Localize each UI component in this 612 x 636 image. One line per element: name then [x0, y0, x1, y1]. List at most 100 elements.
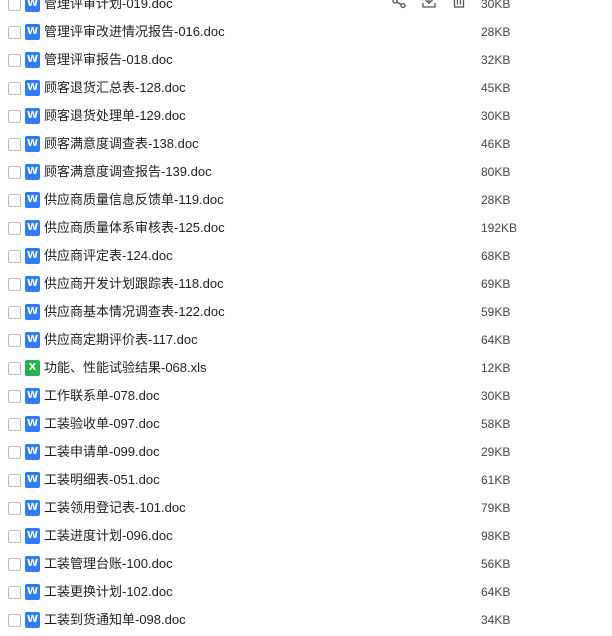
row-checkbox[interactable]	[8, 446, 21, 459]
word-icon: W	[25, 52, 40, 68]
row-checkbox[interactable]	[8, 26, 21, 39]
file-row[interactable]: W 顾客满意度调查报告-139.doc 80KB	[0, 158, 612, 186]
row-checkbox[interactable]	[8, 194, 21, 207]
row-checkbox[interactable]	[8, 0, 21, 11]
file-name[interactable]: 顾客退货汇总表-128.doc	[44, 80, 186, 96]
file-name[interactable]: 工装进度计划-096.doc	[44, 528, 173, 544]
file-row[interactable]: W 管理评审计划-019.doc 30KB	[0, 0, 612, 18]
file-name[interactable]: 供应商质量信息反馈单-119.doc	[44, 192, 224, 208]
file-name[interactable]: 工装申请单-099.doc	[44, 444, 160, 460]
file-name[interactable]: 供应商质量体系审核表-125.doc	[44, 220, 225, 236]
word-icon: W	[25, 192, 40, 208]
row-checkbox[interactable]	[8, 82, 21, 95]
row-checkbox[interactable]	[8, 110, 21, 123]
file-row[interactable]: W 工装到货通知单-098.doc 34KB	[0, 606, 612, 634]
file-size: 56KB	[481, 557, 511, 571]
file-name[interactable]: 工装到货通知单-098.doc	[44, 612, 186, 628]
file-name[interactable]: 供应商评定表-124.doc	[44, 248, 173, 264]
row-checkbox[interactable]	[8, 334, 21, 347]
file-row[interactable]: W 供应商评定表-124.doc 68KB	[0, 242, 612, 270]
file-size: 34KB	[481, 613, 511, 627]
file-name[interactable]: 工装管理台账-100.doc	[44, 556, 173, 572]
file-list: W 管理评审计划-019.doc 30KB W 管理评审改进情况报告-016.doc 28…	[0, 0, 612, 634]
file-row[interactable]: W 供应商开发计划跟踪表-118.doc 69KB	[0, 270, 612, 298]
row-checkbox[interactable]	[8, 390, 21, 403]
file-row[interactable]: W 工作联系单-078.doc 30KB	[0, 382, 612, 410]
file-name[interactable]: 管理评审报告-018.doc	[44, 52, 173, 68]
file-name[interactable]: 顾客满意度调查报告-139.doc	[44, 164, 212, 180]
file-row[interactable]: W 顾客满意度调查表-138.doc 46KB	[0, 130, 612, 158]
file-row[interactable]: W 工装进度计划-096.doc 98KB	[0, 522, 612, 550]
row-checkbox[interactable]	[8, 586, 21, 599]
row-actions	[390, 0, 468, 13]
word-icon: W	[25, 388, 40, 404]
word-icon: W	[25, 108, 40, 124]
file-name[interactable]: 工作联系单-078.doc	[44, 388, 160, 404]
file-size: 64KB	[481, 585, 511, 599]
row-checkbox[interactable]	[8, 614, 21, 627]
row-checkbox[interactable]	[8, 166, 21, 179]
row-checkbox[interactable]	[8, 138, 21, 151]
file-row[interactable]: W 顾客退货处理单-129.doc 30KB	[0, 102, 612, 130]
file-row[interactable]: W 供应商基本情况调查表-122.doc 59KB	[0, 298, 612, 326]
file-name[interactable]: 供应商定期评价表-117.doc	[44, 332, 198, 348]
word-icon: W	[25, 164, 40, 180]
row-checkbox[interactable]	[8, 558, 21, 571]
file-row[interactable]: W 管理评审报告-018.doc 32KB	[0, 46, 612, 74]
file-size: 79KB	[481, 501, 511, 515]
word-icon: W	[25, 248, 40, 264]
row-checkbox[interactable]	[8, 250, 21, 263]
word-icon: W	[25, 220, 40, 236]
delete-icon	[451, 0, 467, 14]
file-row[interactable]: W 顾客退货汇总表-128.doc 45KB	[0, 74, 612, 102]
file-row[interactable]: W 供应商定期评价表-117.doc 64KB	[0, 326, 612, 354]
delete-button[interactable]	[450, 0, 468, 13]
file-name[interactable]: 顾客满意度调查表-138.doc	[44, 136, 199, 152]
row-checkbox[interactable]	[8, 306, 21, 319]
row-checkbox[interactable]	[8, 362, 21, 375]
row-checkbox[interactable]	[8, 278, 21, 291]
file-size: 46KB	[481, 137, 511, 151]
word-icon: W	[25, 612, 40, 628]
row-checkbox[interactable]	[8, 418, 21, 431]
download-button[interactable]	[420, 0, 438, 13]
file-name[interactable]: 供应商基本情况调查表-122.doc	[44, 304, 225, 320]
file-row[interactable]: W 工装申请单-099.doc 29KB	[0, 438, 612, 466]
file-row[interactable]: W 供应商质量信息反馈单-119.doc 28KB	[0, 186, 612, 214]
file-row[interactable]: W 工装更换计划-102.doc 64KB	[0, 578, 612, 606]
file-size: 29KB	[481, 445, 511, 459]
word-icon: W	[25, 584, 40, 600]
file-name[interactable]: 供应商开发计划跟踪表-118.doc	[44, 276, 224, 292]
file-row[interactable]: W 工装管理台账-100.doc 56KB	[0, 550, 612, 578]
excel-icon: X	[25, 360, 40, 376]
file-size: 28KB	[481, 193, 511, 207]
file-size: 61KB	[481, 473, 511, 487]
file-name[interactable]: 工装明细表-051.doc	[44, 472, 160, 488]
word-icon: W	[25, 528, 40, 544]
file-size: 80KB	[481, 165, 511, 179]
row-checkbox[interactable]	[8, 222, 21, 235]
file-row[interactable]: W 供应商质量体系审核表-125.doc 192KB	[0, 214, 612, 242]
file-row[interactable]: X 功能、性能试验结果-068.xls 12KB	[0, 354, 612, 382]
row-checkbox[interactable]	[8, 54, 21, 67]
word-icon: W	[25, 556, 40, 572]
file-size: 28KB	[481, 25, 511, 39]
file-name[interactable]: 工装更换计划-102.doc	[44, 584, 173, 600]
file-row[interactable]: W 管理评审改进情况报告-016.doc 28KB	[0, 18, 612, 46]
file-name[interactable]: 功能、性能试验结果-068.xls	[44, 360, 207, 376]
file-row[interactable]: W 工装明细表-051.doc 61KB	[0, 466, 612, 494]
file-name[interactable]: 工装验收单-097.doc	[44, 416, 160, 432]
file-row[interactable]: W 工装领用登记表-101.doc 79KB	[0, 494, 612, 522]
file-name[interactable]: 顾客退货处理单-129.doc	[44, 108, 186, 124]
row-checkbox[interactable]	[8, 502, 21, 515]
share-button[interactable]	[390, 0, 408, 13]
file-size: 64KB	[481, 333, 511, 347]
file-name[interactable]: 管理评审改进情况报告-016.doc	[44, 24, 225, 40]
file-size: 32KB	[481, 53, 511, 67]
file-row[interactable]: W 工装验收单-097.doc 58KB	[0, 410, 612, 438]
file-name[interactable]: 工装领用登记表-101.doc	[44, 500, 186, 516]
file-name[interactable]: 管理评审计划-019.doc	[44, 0, 173, 12]
row-checkbox[interactable]	[8, 530, 21, 543]
row-checkbox[interactable]	[8, 474, 21, 487]
word-icon: W	[25, 80, 40, 96]
